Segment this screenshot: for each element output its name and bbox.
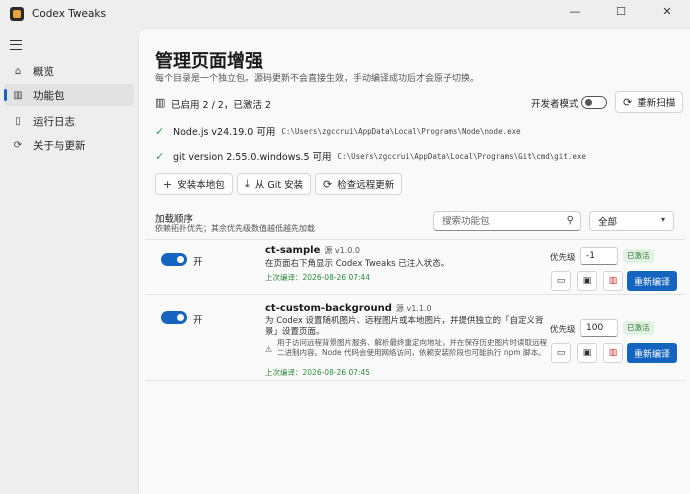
package-name-text: ct-sample (265, 245, 321, 256)
package-source: 源 v1.0.0 (324, 246, 360, 255)
package-notice: 用于访问远程背景图片服务、解析最终重定向地址，并在保存历史图片时读取远程二进制内… (277, 338, 547, 357)
sidebar-item-logs[interactable]: ▯ 运行日志 (4, 110, 134, 132)
search-input[interactable] (434, 212, 560, 230)
chevron-down-icon: ▾ (660, 215, 665, 224)
package-description: 在页面右下角显示 Codex Tweaks 已注入状态。 (265, 259, 450, 269)
priority-input[interactable]: -1 (580, 247, 618, 265)
toggle-state-label: 开 (193, 315, 203, 326)
sidebar-item-label: 运行日志 (33, 115, 75, 128)
recompile-button[interactable]: 重新编译 (627, 271, 677, 291)
dev-mode-label: 开发者模式 (531, 99, 579, 110)
save-icon: ▣ (582, 276, 592, 286)
priority-input[interactable]: 100 (580, 319, 618, 337)
load-order-desc: 依赖拓扑优先；其余优先级数值越低越先加载 (155, 224, 315, 233)
save-icon: ▣ (582, 348, 592, 358)
toggle-knob (177, 256, 184, 263)
toggle-knob (177, 314, 184, 321)
page-title: 管理页面增强 (155, 51, 263, 72)
check-icon: ✓ (155, 149, 165, 163)
filter-select-value: 全部 (598, 217, 618, 228)
save-button[interactable]: ▣ (577, 271, 597, 291)
warning-icon: ⚠ (265, 345, 273, 354)
toggle-knob (585, 99, 592, 106)
install-git-button[interactable]: ⤓ 从 Git 安装 (237, 173, 312, 195)
sidebar-item-label: 关于与更新 (33, 139, 86, 152)
env-label: Node.js v24.19.0 可用 (173, 127, 276, 138)
window-title: Codex Tweaks (32, 8, 106, 20)
open-folder-button[interactable]: ▭ (551, 271, 571, 291)
package-enable-toggle[interactable] (161, 253, 187, 266)
rescan-button[interactable]: ⟳ 重新扫描 (615, 91, 684, 113)
refresh-icon: ⟳ (13, 139, 23, 151)
check-updates-button[interactable]: ⟳ 检查远程更新 (315, 173, 403, 195)
package-compiled-time: 上次编译：2026-08-26 07:45 (265, 368, 371, 377)
status-summary: 已启用 2 / 2，已激活 2 (171, 100, 271, 111)
package-name: ct-custom-background 源 v1.1.0 (265, 303, 432, 314)
download-icon: ⤓ (245, 177, 250, 190)
search-box: ⚲ (433, 211, 581, 231)
check-updates-label: 检查远程更新 (337, 180, 395, 191)
open-folder-button[interactable]: ▭ (551, 343, 571, 363)
home-icon: ⌂ (14, 65, 22, 77)
status-badge: 已激活 (623, 249, 654, 263)
env-check-git: ✓ git version 2.55.0.windows.5 可用 C:\Use… (155, 149, 586, 164)
trash-icon: ▥ (608, 348, 618, 358)
sidebar-item-label: 概览 (33, 65, 54, 78)
filter-select[interactable]: 全部 ▾ (589, 211, 674, 231)
delete-button[interactable]: ▥ (603, 343, 623, 363)
package-source: 源 v1.1.0 (395, 304, 432, 313)
close-button[interactable]: ✕ (644, 0, 690, 22)
dev-mode-toggle[interactable] (581, 96, 607, 109)
app-logo-icon (10, 7, 24, 21)
document-icon: ▯ (15, 115, 21, 127)
status-badge: 已激活 (623, 321, 654, 335)
env-path: C:\Users\zgccrui\AppData\Local\Programs\… (337, 151, 586, 161)
package-name-text: ct-custom-background (265, 303, 392, 314)
priority-label: 优先级 (550, 325, 576, 335)
folder-icon: ▭ (556, 348, 566, 358)
priority-label: 优先级 (550, 253, 576, 263)
save-button[interactable]: ▣ (577, 343, 597, 363)
sidebar-item-overview[interactable]: ⌂ 概览 (4, 60, 134, 82)
refresh-icon: ⟳ (623, 95, 633, 109)
package-card-ct-sample: 开 ct-sample 源 v1.0.0 在页面右下角显示 Codex Tweak… (145, 239, 685, 295)
package-icon: ▥ (13, 89, 23, 101)
folder-icon: ▭ (556, 276, 566, 286)
check-icon: ✓ (155, 124, 165, 138)
package-card-ct-custom-background: 开 ct-custom-background 源 v1.1.0 为 Codex 设… (145, 295, 685, 381)
sidebar-item-packages[interactable]: ▥ 功能包 (4, 84, 134, 106)
recompile-button[interactable]: 重新编译 (627, 343, 677, 363)
package-compiled-time: 上次编译：2026-08-26 07:44 (265, 273, 371, 282)
package-enable-toggle[interactable] (161, 311, 187, 324)
install-git-label: 从 Git 安装 (254, 180, 304, 191)
sidebar-item-about[interactable]: ⟳ 关于与更新 (4, 134, 134, 156)
rescan-label: 重新扫描 (637, 98, 676, 109)
sidebar: ⌂ 概览 ▥ 功能包 ▯ 运行日志 ⟳ 关于与更新 (0, 28, 138, 494)
toggle-state-label: 开 (193, 257, 203, 268)
install-local-label: 安装本地包 (177, 180, 225, 191)
search-icon[interactable]: ⚲ (567, 215, 574, 226)
env-check-node: ✓ Node.js v24.19.0 可用 C:\Users\zgccrui\A… (155, 124, 521, 139)
package-description: 为 Codex 设置随机图片、远程图片或本地图片，并提供独立的「自定义背景」设置… (265, 316, 544, 337)
install-local-button[interactable]: + 安装本地包 (155, 173, 233, 195)
maximize-button[interactable]: ☐ (598, 0, 644, 22)
title-bar: Codex Tweaks — ☐ ✕ (0, 0, 690, 28)
sidebar-item-label: 功能包 (33, 89, 65, 102)
env-path: C:\Users\zgccrui\AppData\Local\Programs\… (281, 126, 521, 136)
window-controls: — ☐ ✕ (552, 0, 690, 22)
env-label: git version 2.55.0.windows.5 可用 (173, 152, 332, 163)
stats-icon: ▥ (155, 96, 166, 109)
menu-toggle-icon[interactable] (10, 40, 22, 50)
delete-button[interactable]: ▥ (603, 271, 623, 291)
plus-icon: + (163, 177, 173, 191)
minimize-button[interactable]: — (552, 0, 598, 22)
refresh-icon: ⟳ (323, 177, 333, 191)
main-panel: 管理页面增强 每个目录是一个独立包。源码更新不会直接生效，手动编译成功后才会原子… (138, 28, 690, 494)
page-subtitle: 每个目录是一个独立包。源码更新不会直接生效，手动编译成功后才会原子切换。 (155, 74, 480, 84)
package-name: ct-sample 源 v1.0.0 (265, 245, 360, 256)
trash-icon: ▥ (608, 276, 618, 286)
